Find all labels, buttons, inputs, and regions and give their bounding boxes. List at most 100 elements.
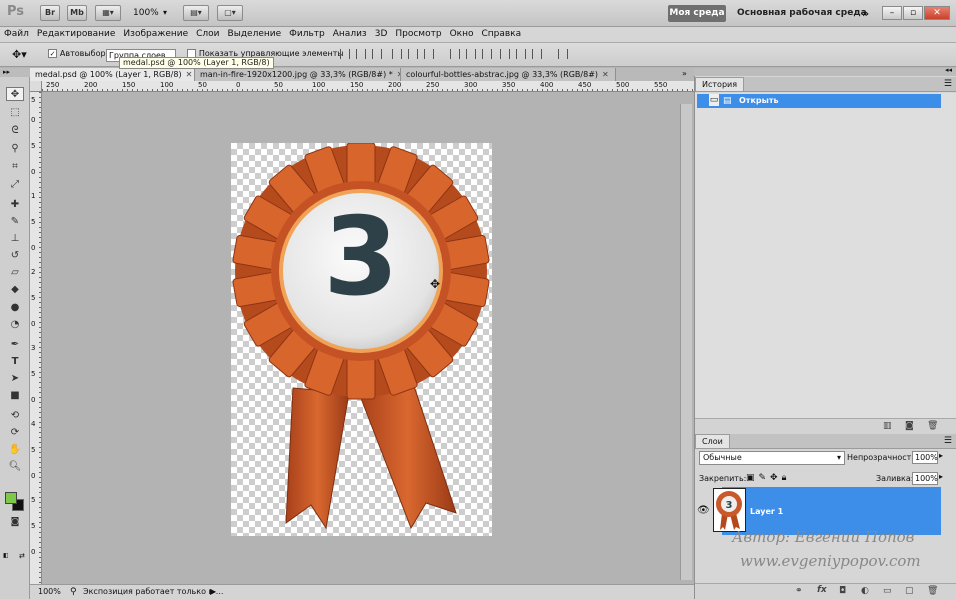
menu-analysis[interactable]: Анализ xyxy=(329,27,371,42)
tab-medal[interactable]: medal.psd @ 100% (Layer 1, RGB/8) ✕ xyxy=(30,68,195,81)
lasso-tool-icon[interactable]: ᘓ xyxy=(6,124,24,138)
crop-tool-icon[interactable]: ⌗ xyxy=(6,160,24,174)
more-workspaces-icon[interactable]: » xyxy=(862,7,869,20)
minimize-icon[interactable]: – xyxy=(882,6,902,20)
workspace-my[interactable]: Моя среда xyxy=(668,5,726,22)
link-layers-icon[interactable]: ⚭ xyxy=(795,586,803,596)
align-right-icon[interactable] xyxy=(424,49,434,59)
tab-close-icon[interactable]: ✕ xyxy=(602,70,609,79)
workspace-essentials[interactable]: Основная рабочая среда xyxy=(737,5,867,22)
close-icon[interactable]: ✕ xyxy=(924,6,950,20)
tab-man-in-fire[interactable]: man-in-fire-1920x1200.jpg @ 33,3% (RGB/8… xyxy=(195,68,401,81)
foreground-color-swatch[interactable] xyxy=(5,492,17,504)
horizontal-ruler[interactable]: 250 200 150 100 50 0 50 100 150 200 250 … xyxy=(42,81,694,92)
menu-edit[interactable]: Редактирование xyxy=(33,27,120,42)
distribute-right-icon[interactable] xyxy=(532,49,542,59)
eyedropper-tool-icon[interactable]: ⤢ xyxy=(6,178,24,192)
swap-colors-icon[interactable]: ⇄ xyxy=(19,552,25,560)
fill-arrow-icon[interactable]: ▸ xyxy=(939,472,943,481)
layer-style-icon[interactable]: fx xyxy=(817,585,827,595)
tools-collapse-icon[interactable]: ▸▸ xyxy=(0,68,30,77)
fill-input[interactable]: 100% xyxy=(912,472,938,485)
add-mask-icon[interactable]: ◘ xyxy=(839,586,846,596)
menu-select[interactable]: Выделение xyxy=(224,27,286,42)
layer-visibility-eye-icon[interactable]: 👁︎ xyxy=(697,505,710,516)
extras-button[interactable]: ▦▾ xyxy=(95,5,121,21)
path-selection-tool-icon[interactable]: ➤ xyxy=(6,372,24,386)
vertical-scrollbar[interactable] xyxy=(680,104,692,580)
status-zoom[interactable]: 100% xyxy=(38,585,61,599)
ruler-origin[interactable] xyxy=(30,81,42,92)
tab-close-icon[interactable]: ✕ xyxy=(186,70,193,79)
blur-tool-icon[interactable]: ● xyxy=(6,301,24,315)
status-menu-icon[interactable]: ▶ xyxy=(210,585,216,599)
collapse-panels-icon[interactable]: ◂◂ xyxy=(945,66,952,74)
distribute-left-icon[interactable] xyxy=(500,49,510,59)
screen-mode-button[interactable]: ▢▾ xyxy=(217,5,243,21)
canvas-area[interactable]: 3 ✥ xyxy=(42,92,694,584)
tab-layers[interactable]: Слои xyxy=(695,434,730,448)
new-snapshot-icon[interactable]: ◙ xyxy=(905,421,914,431)
new-layer-icon[interactable]: ▢ xyxy=(905,586,914,596)
move-tool-icon[interactable]: ✥ xyxy=(6,87,24,101)
type-tool-icon[interactable]: T xyxy=(6,355,24,369)
zoom-tool-icon[interactable]: 🔍︎ xyxy=(6,460,24,474)
zoom-level[interactable]: 100% xyxy=(133,8,159,18)
clone-stamp-tool-icon[interactable]: ⊥ xyxy=(6,232,24,246)
auto-align-icon[interactable] xyxy=(558,49,568,59)
3d-rotate-tool-icon[interactable]: ⟲ xyxy=(6,409,24,423)
layer-thumbnail[interactable]: 3 xyxy=(713,488,746,532)
panel-menu-icon[interactable]: ☰ xyxy=(944,79,952,89)
opacity-input[interactable]: 100% xyxy=(912,451,938,464)
panel-menu-icon[interactable]: ☰ xyxy=(944,436,952,446)
history-brush-tool-icon[interactable]: ↺ xyxy=(6,249,24,263)
distribute-bottom-icon[interactable] xyxy=(482,49,492,59)
marquee-tool-icon[interactable]: ⬚ xyxy=(6,106,24,120)
new-group-icon[interactable]: ▭ xyxy=(883,586,892,596)
document-canvas[interactable]: 3 xyxy=(231,143,492,536)
align-bottom-icon[interactable] xyxy=(372,49,382,59)
distribute-top-icon[interactable] xyxy=(450,49,460,59)
delete-state-icon[interactable]: 🗑︎ xyxy=(927,421,938,431)
quick-select-tool-icon[interactable]: ⚲ xyxy=(6,142,24,156)
new-document-from-state-icon[interactable]: ▥ xyxy=(883,421,892,431)
brush-tool-icon[interactable]: ✎ xyxy=(6,215,24,229)
align-vcenter-icon[interactable] xyxy=(356,49,366,59)
pen-tool-icon[interactable]: ✒ xyxy=(6,338,24,352)
adjustment-layer-icon[interactable]: ◐ xyxy=(861,586,869,596)
align-left-icon[interactable] xyxy=(392,49,402,59)
menu-layers[interactable]: Слои xyxy=(192,27,223,42)
menu-filter[interactable]: Фильтр xyxy=(285,27,329,42)
zoom-dropdown-icon[interactable]: ▾ xyxy=(163,8,167,17)
rectangle-tool-icon[interactable]: ■ xyxy=(6,389,24,403)
menu-help[interactable]: Справка xyxy=(477,27,525,42)
arrange-documents-button[interactable]: ▤▾ xyxy=(183,5,209,21)
bridge-button[interactable]: Br xyxy=(40,5,60,21)
menu-file[interactable]: Файл xyxy=(0,27,33,42)
panel-collapse-strip[interactable]: ◂◂ xyxy=(694,66,956,76)
align-hcenter-icon[interactable] xyxy=(408,49,418,59)
blend-mode-select[interactable]: Обычные ▾ xyxy=(699,451,845,465)
history-item[interactable]: ▭ ▤ Открыть xyxy=(697,94,941,108)
layer-name[interactable]: Layer 1 xyxy=(750,507,783,516)
menu-view[interactable]: Просмотр xyxy=(391,27,445,42)
paint-bucket-tool-icon[interactable]: ◆ xyxy=(6,283,24,297)
dodge-tool-icon[interactable]: ◔ xyxy=(6,318,24,332)
status-zoom-icon[interactable]: ⚲ xyxy=(70,585,77,599)
menu-3d[interactable]: 3D xyxy=(371,27,392,42)
maximize-icon[interactable]: ▫ xyxy=(903,6,923,20)
eraser-tool-icon[interactable]: ▱ xyxy=(6,266,24,280)
mini-bridge-button[interactable]: Mb xyxy=(67,5,87,21)
3d-orbit-tool-icon[interactable]: ⟳ xyxy=(6,426,24,440)
distribute-hcenter-icon[interactable] xyxy=(516,49,526,59)
align-top-icon[interactable] xyxy=(340,49,350,59)
tab-history[interactable]: История xyxy=(695,77,745,91)
tabs-overflow-icon[interactable]: » xyxy=(682,69,687,78)
lock-icons[interactable]: ▣✎✥🔒︎ xyxy=(746,473,790,483)
opacity-arrow-icon[interactable]: ▸ xyxy=(939,451,943,460)
move-tool-preset-icon[interactable]: ✥▾ xyxy=(12,48,27,61)
menu-window[interactable]: Окно xyxy=(446,27,478,42)
healing-brush-tool-icon[interactable]: ✚ xyxy=(6,198,24,212)
menu-image[interactable]: Изображение xyxy=(119,27,192,42)
delete-layer-icon[interactable]: 🗑︎ xyxy=(927,586,938,596)
